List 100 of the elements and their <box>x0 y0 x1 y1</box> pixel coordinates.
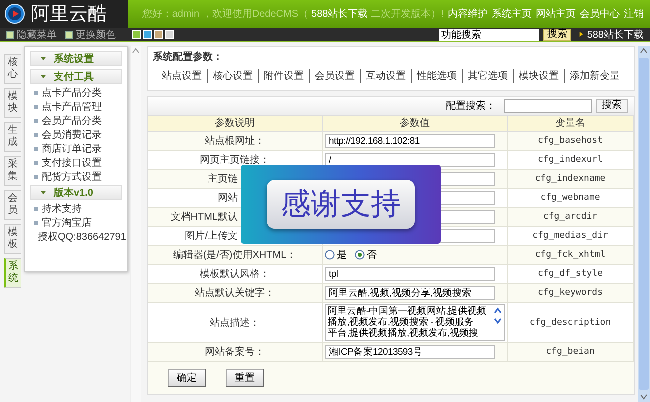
table-cell: 编辑器(是/否)使用XHTML： <box>148 246 323 265</box>
bullet-icon <box>34 146 38 150</box>
bullet-icon <box>34 206 38 210</box>
table-cell: cfg_webname <box>508 189 634 208</box>
scrollbar[interactable] <box>638 46 650 402</box>
arrow-up-icon[interactable] <box>132 48 140 54</box>
settings-link[interactable]: 附件设置 <box>258 69 309 83</box>
table-cell: cfg_df_style <box>508 265 634 284</box>
menu-section-header[interactable]: 支付工具 <box>30 69 122 84</box>
menu-item[interactable]: 持术支持 <box>30 203 122 214</box>
menu-item[interactable]: 会员消费记录 <box>30 129 122 140</box>
table-cell: cfg_indexname <box>508 170 634 189</box>
column-header: 参数值 <box>323 116 508 132</box>
color-swatch[interactable] <box>143 30 152 39</box>
menu-item[interactable]: 官方淘宝店 <box>30 217 122 228</box>
caret-icon <box>41 56 46 60</box>
color-swatch[interactable] <box>154 30 163 39</box>
toolbar-button[interactable]: 隐藏菜单 <box>6 28 57 42</box>
column-header: 参数说明 <box>148 116 323 132</box>
text-line: 平台,提供视频播放,视频发布,视频搜 <box>328 328 480 339</box>
play-logo-icon <box>5 4 25 24</box>
table-cell: 网站备案号： <box>148 343 323 362</box>
popup-text: 感谢支持 <box>267 180 415 229</box>
triangle-icon <box>579 31 584 38</box>
table-cell: 模板默认风格： <box>148 265 323 284</box>
caret-icon <box>41 74 46 78</box>
search-button[interactable]: 搜索 <box>596 99 628 113</box>
column-header: 变量名 <box>508 116 634 132</box>
menu-section-header[interactable]: 版本v1.0 <box>30 185 122 200</box>
menu-item[interactable]: 配货方式设置 <box>30 171 122 182</box>
side-tab[interactable]: 模板 <box>4 224 21 254</box>
text-line: 播放,视频发布,视频搜索 - 视频服务 <box>328 317 476 328</box>
form-button[interactable]: 重置 <box>226 369 264 387</box>
radio-button[interactable] <box>355 250 365 260</box>
table-cell: cfg_keywords <box>508 284 634 303</box>
side-tab[interactable]: 采集 <box>4 156 21 186</box>
table-cell: 站点默认关键字： <box>148 284 323 303</box>
settings-link[interactable]: 核心设置 <box>207 69 258 83</box>
caret-icon <box>41 190 46 194</box>
bullet-icon <box>34 220 38 224</box>
table-cell: cfg_basehost <box>508 132 634 151</box>
input-field[interactable]: 湘ICP备案12013593号 <box>325 345 495 359</box>
settings-link[interactable]: 站点设置 <box>157 69 207 83</box>
table-cell: cfg_medias_dir <box>508 227 634 246</box>
arrow-up-icon[interactable] <box>494 307 502 315</box>
bullet-icon <box>34 118 38 122</box>
search-label: 配置搜索： <box>446 100 496 113</box>
color-swatch[interactable] <box>165 30 174 39</box>
input-field[interactable]: 阿里云酷,视频,视频分享,视频搜索 <box>325 286 495 300</box>
side-tab[interactable]: 会员 <box>4 190 21 220</box>
input-field[interactable]: tpl <box>325 267 495 281</box>
input-field[interactable]: / <box>325 153 495 167</box>
download-link[interactable]: 588站长下载 <box>579 28 644 42</box>
text-area[interactable]: 阿里云酷-中国第一视频网站,提供视频 播放,视频发布,视频搜索 - 视频服务 平台,提供视频播放,视频发布,视频搜 <box>325 304 505 341</box>
logo-text: 阿里云酷 <box>31 3 107 27</box>
bullet-icon <box>34 104 38 108</box>
settings-link[interactable]: 添加新变量 <box>564 69 625 83</box>
bullet-icon <box>34 174 38 178</box>
radio-label: 是 <box>337 249 347 262</box>
side-tab[interactable]: 系统 <box>4 258 21 288</box>
settings-link[interactable]: 性能选项 <box>411 69 462 83</box>
bullet-icon <box>34 160 38 164</box>
settings-link[interactable]: 会员设置 <box>309 69 360 83</box>
settings-link[interactable]: 其它选项 <box>462 69 513 83</box>
side-tab[interactable]: 模块 <box>4 88 21 118</box>
color-swatch[interactable] <box>132 30 141 39</box>
arrow-down-icon[interactable] <box>640 394 648 400</box>
arrow-up-icon[interactable] <box>640 48 648 54</box>
greeting-text: 您好：admin ，欢迎使用DedeCMS（ <box>142 8 309 21</box>
side-tab[interactable]: 生成 <box>4 122 21 152</box>
table-cell: cfg_indexurl <box>508 151 634 170</box>
arrow-down-icon[interactable] <box>494 317 502 325</box>
menu-item[interactable]: 点卡产品管理 <box>30 101 122 112</box>
menu-item[interactable]: 支付接口设置 <box>30 157 122 168</box>
settings-link[interactable]: 模块设置 <box>513 69 564 83</box>
table-cell: cfg_fck_xhtml <box>508 246 634 265</box>
table-cell: cfg_arcdir <box>508 208 634 227</box>
scrollbar[interactable] <box>130 46 141 402</box>
table-cell: 站点根网址： <box>148 132 323 151</box>
search-field[interactable]: 功能搜索 <box>439 28 540 40</box>
bullet-icon <box>34 132 38 136</box>
toolbar-button[interactable]: 更换颜色 <box>65 28 116 42</box>
settings-link[interactable]: 互动设置 <box>360 69 411 83</box>
radio-button[interactable] <box>325 250 335 260</box>
menu-item[interactable]: 商店订单记录 <box>30 143 122 154</box>
search-button[interactable]: 搜索 <box>543 28 572 40</box>
bullet-icon <box>34 90 38 94</box>
input-field[interactable]: http://192.168.1.102:81 <box>325 134 495 148</box>
table-cell: 站点描述： <box>148 303 323 343</box>
radio-label: 否 <box>367 249 377 262</box>
menu-item[interactable]: 会员产品分类 <box>30 115 122 126</box>
search-field[interactable] <box>504 99 592 113</box>
table-cell: cfg_beian <box>508 343 634 362</box>
form-button[interactable]: 确定 <box>168 369 206 387</box>
side-tab[interactable]: 核心 <box>4 54 21 84</box>
grid-icon <box>6 30 14 38</box>
menu-item[interactable]: 点卡产品分类 <box>30 87 122 98</box>
grid-icon <box>65 30 73 38</box>
menu-section-header[interactable]: 系统设置 <box>30 51 122 66</box>
table-cell: cfg_description <box>508 303 634 343</box>
